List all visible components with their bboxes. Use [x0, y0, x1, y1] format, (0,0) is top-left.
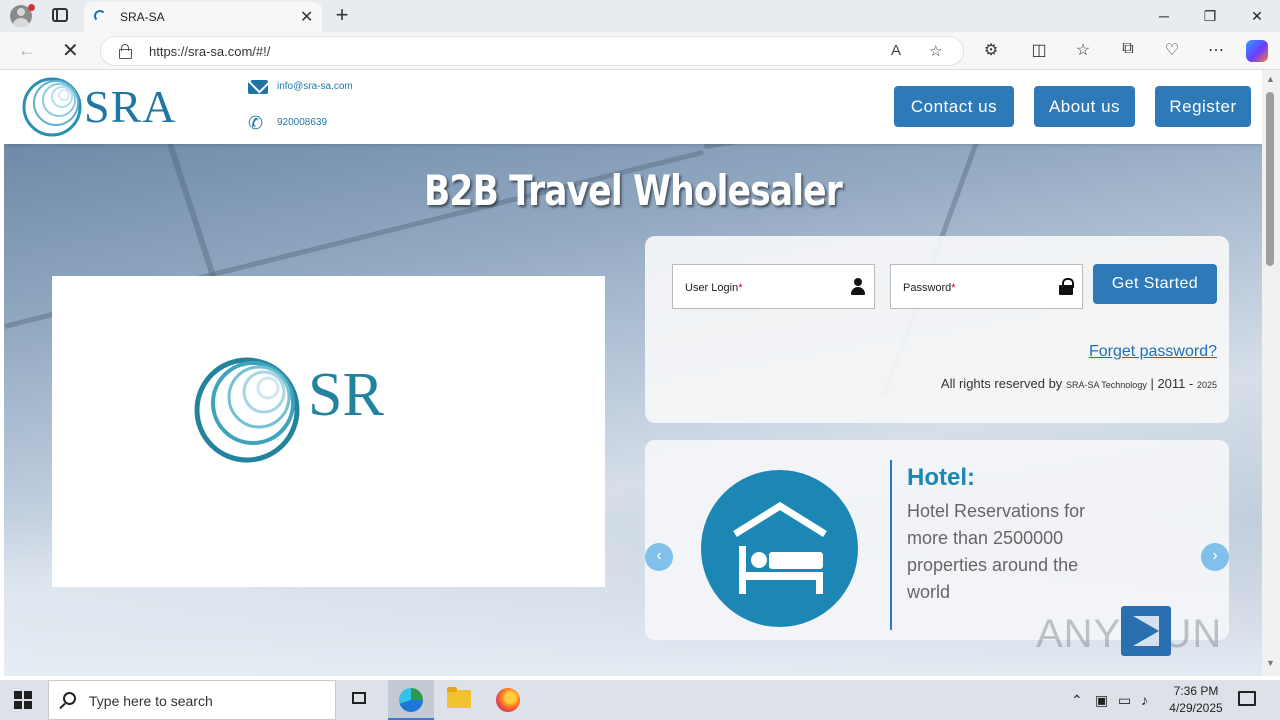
- restore-button[interactable]: ❐: [1187, 4, 1233, 28]
- favorite-star-icon[interactable]: ☆: [929, 42, 942, 60]
- tab-close-icon[interactable]: ✕: [300, 7, 313, 27]
- browser-essentials-icon[interactable]: ♡: [1160, 40, 1184, 60]
- hero-title: B2B Travel Wholesaler: [424, 166, 843, 215]
- email-link[interactable]: info@sra-sa.com: [277, 81, 353, 92]
- url-text[interactable]: https://sra-sa.com/#!/: [149, 44, 270, 59]
- windows-start-icon[interactable]: [14, 691, 32, 709]
- hotel-slide-title: Hotel:: [907, 464, 975, 491]
- anyrun-logo-icon: [1121, 606, 1171, 656]
- device-icon[interactable]: ▣: [1095, 680, 1108, 720]
- taskbar-search-placeholder[interactable]: Type here to search: [89, 693, 213, 709]
- new-tab-button[interactable]: +: [330, 2, 354, 28]
- contact-us-button[interactable]: Contact us: [894, 86, 1014, 127]
- task-view-button[interactable]: [337, 680, 383, 720]
- tab-actions-icon[interactable]: [52, 8, 68, 22]
- scroll-down-arrow-icon[interactable]: ▼: [1266, 658, 1275, 668]
- loading-spinner-icon: [94, 10, 106, 22]
- taskbar-file-explorer[interactable]: [436, 680, 482, 720]
- page-scrollbar[interactable]: ▲ ▼: [1262, 70, 1280, 676]
- clock-date: 4/29/2025: [1169, 701, 1223, 715]
- read-aloud-icon[interactable]: A: [891, 42, 901, 59]
- phone-link[interactable]: 920008639: [277, 117, 327, 128]
- show-hidden-icons-chevron-icon[interactable]: ⌃: [1071, 680, 1083, 720]
- split-screen-icon[interactable]: ◫: [1027, 40, 1051, 60]
- carousel-next-button[interactable]: ›: [1201, 543, 1229, 571]
- forget-password-link[interactable]: Forget password?: [1089, 343, 1217, 361]
- password-field[interactable]: Password*: [890, 264, 1083, 309]
- stop-loading-icon[interactable]: ✕: [62, 38, 79, 63]
- task-view-icon: [352, 692, 366, 704]
- web-page: SRA info@sra-sa.com ✆ 920008639 Contact …: [4, 70, 1262, 676]
- scrollbar-thumb[interactable]: [1266, 92, 1274, 266]
- lock-icon[interactable]: [119, 44, 132, 59]
- minimize-button[interactable]: ─: [1141, 4, 1187, 28]
- volume-icon[interactable]: ♪: [1141, 680, 1148, 720]
- notifications-icon[interactable]: [1238, 691, 1256, 706]
- taskbar-search[interactable]: Type here to search: [48, 680, 336, 720]
- register-button[interactable]: Register: [1155, 86, 1251, 127]
- get-started-button[interactable]: Get Started: [1093, 264, 1217, 304]
- favorites-icon[interactable]: ☆: [1071, 40, 1095, 60]
- network-icon[interactable]: ▭: [1118, 680, 1131, 720]
- user-login-field[interactable]: User Login*: [672, 264, 875, 309]
- hotel-bed-icon: [701, 470, 858, 627]
- globe-logo-icon: [194, 357, 300, 463]
- clock-time: 7:36 PM: [1173, 684, 1219, 698]
- phone-icon: ✆: [248, 113, 264, 133]
- logo-text: SRA: [84, 81, 177, 132]
- taskbar-firefox[interactable]: [485, 680, 531, 720]
- folder-icon: [447, 687, 471, 708]
- user-login-label: User Login*: [685, 282, 743, 294]
- password-label: Password*: [903, 282, 956, 294]
- video-logo-text: SR: [308, 361, 384, 429]
- copyright-text: All rights reserved by SRA-SA Technology…: [940, 376, 1217, 391]
- sra-logo[interactable]: SRA: [22, 76, 175, 138]
- firefox-icon: [496, 688, 520, 712]
- windows-taskbar: Type here to search ⌃ ▣ ▭ ♪ 7:36 PM 4/29…: [0, 680, 1280, 720]
- taskbar-edge[interactable]: [388, 680, 434, 720]
- system-clock[interactable]: 7:36 PM 4/29/2025: [1158, 683, 1234, 717]
- back-arrow-icon[interactable]: ←: [18, 40, 36, 61]
- extensions-icon[interactable]: ⚙: [979, 40, 1003, 60]
- browser-tab[interactable]: SRA-SA ✕: [84, 2, 322, 32]
- padlock-icon: [1059, 278, 1074, 295]
- globe-logo-icon: [22, 77, 82, 137]
- hero-banner: B2B Travel Wholesaler SR User Login* Pas…: [4, 70, 1262, 676]
- copilot-icon[interactable]: [1246, 40, 1268, 62]
- edge-icon: [399, 688, 423, 712]
- envelope-icon: [248, 80, 268, 94]
- divider: [890, 460, 892, 630]
- browser-tab-bar: SRA-SA ✕ + ─ ❐ ✕: [0, 0, 1280, 32]
- site-header: SRA info@sra-sa.com ✆ 920008639 Contact …: [4, 70, 1262, 144]
- intro-video[interactable]: SR: [52, 276, 605, 587]
- more-menu-icon[interactable]: ⋯: [1204, 40, 1228, 60]
- about-us-button[interactable]: About us: [1034, 86, 1135, 127]
- url-field[interactable]: https://sra-sa.com/#!/ A ☆: [100, 36, 964, 66]
- carousel-prev-button[interactable]: ‹: [645, 543, 673, 571]
- login-card: User Login* Password* Get Started Forget…: [645, 236, 1229, 423]
- tab-title: SRA-SA: [120, 10, 165, 24]
- search-icon: [63, 692, 76, 705]
- close-window-button[interactable]: ✕: [1234, 4, 1280, 28]
- scroll-up-arrow-icon[interactable]: ▲: [1266, 74, 1275, 84]
- collections-icon[interactable]: ⧉: [1116, 40, 1140, 58]
- notification-dot: [28, 4, 35, 11]
- hotel-slide-description: Hotel Reservations for more than 2500000…: [907, 501, 1086, 602]
- user-icon: [851, 278, 865, 295]
